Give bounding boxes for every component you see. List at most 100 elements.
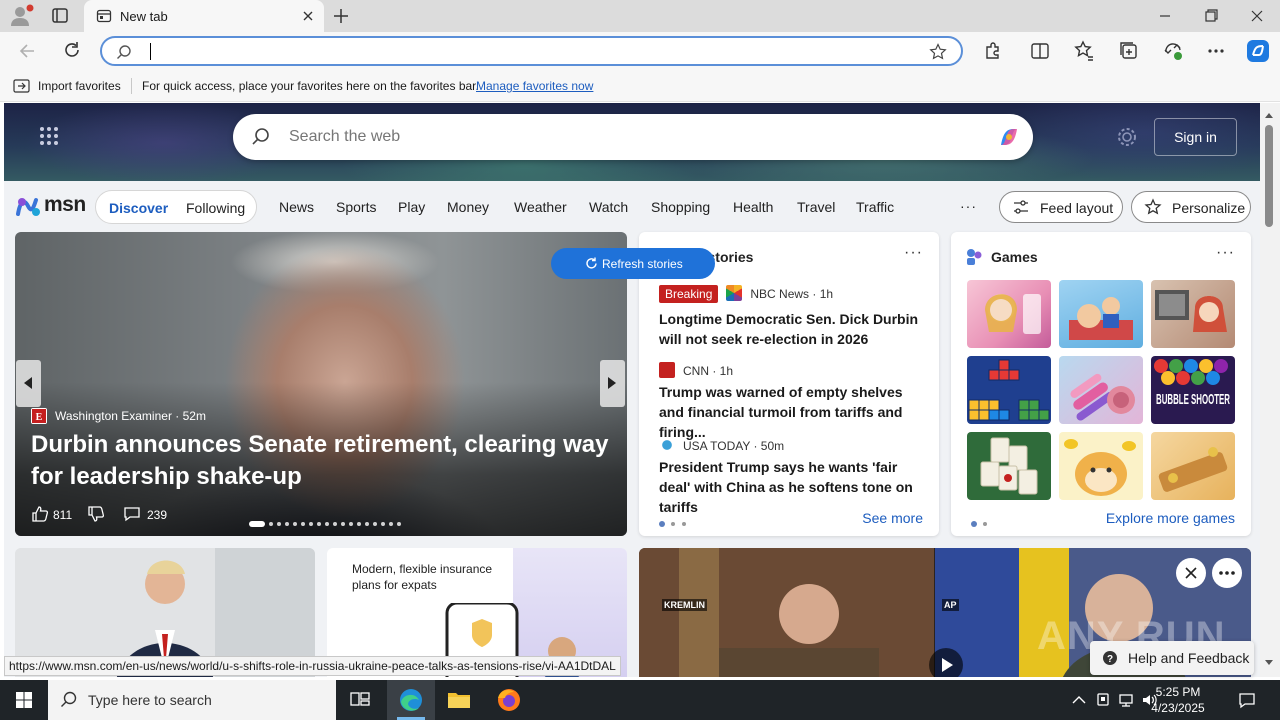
nav-play[interactable]: Play — [398, 199, 425, 215]
scroll-down-icon — [1265, 660, 1273, 665]
manage-favorites-link[interactable]: Manage favorites now — [476, 79, 593, 93]
like-count: 811 — [53, 508, 73, 522]
news-title[interactable]: Longtime Democratic Sen. Dick Durbin wil… — [659, 309, 925, 349]
extensions-icon[interactable] — [979, 38, 1005, 64]
edge-taskbar-icon[interactable] — [387, 680, 435, 720]
nav-sports[interactable]: Sports — [336, 199, 376, 215]
tray-overflow-icon[interactable] — [1070, 691, 1088, 709]
task-view-icon[interactable] — [336, 680, 384, 720]
carousel-indicator[interactable] — [249, 515, 409, 527]
game-tile[interactable] — [1151, 432, 1235, 500]
carousel-next-button[interactable] — [600, 360, 625, 407]
web-search-box[interactable]: Search the web — [233, 114, 1033, 160]
games-page-dots[interactable] — [971, 516, 1011, 527]
taskbar-search-box[interactable]: Type here to search — [48, 680, 336, 720]
nav-shopping[interactable]: Shopping — [651, 199, 710, 215]
windows-logo-icon — [16, 692, 32, 708]
play-icon[interactable] — [929, 648, 963, 677]
nav-health[interactable]: Health — [733, 199, 773, 215]
tab-actions-icon[interactable] — [48, 5, 72, 27]
game-tile[interactable] — [1151, 280, 1235, 348]
close-tab-icon[interactable] — [300, 8, 316, 24]
ad-text: Modern, flexible insurance plans for exp… — [352, 562, 493, 592]
settings-more-icon[interactable] — [1204, 38, 1230, 64]
nav-traffic[interactable]: Traffic — [856, 199, 894, 215]
restore-icon[interactable] — [1196, 4, 1226, 28]
copilot-icon[interactable] — [993, 121, 1025, 153]
import-favorites-icon[interactable] — [13, 78, 31, 94]
game-tile[interactable]: BUBBLE SHOOTER — [1151, 356, 1235, 424]
nav-news[interactable]: News — [279, 199, 314, 215]
carousel-prev-button[interactable] — [16, 360, 41, 407]
file-explorer-icon[interactable] — [435, 680, 483, 720]
nav-money[interactable]: Money — [447, 199, 489, 215]
address-bar[interactable] — [100, 36, 963, 66]
text-cursor — [150, 43, 151, 60]
search-icon — [60, 691, 78, 709]
close-video-icon[interactable] — [1176, 558, 1206, 588]
back-icon[interactable] — [15, 38, 41, 64]
refresh-stories-button[interactable]: Refresh stories — [551, 248, 715, 279]
see-more-link[interactable]: See more — [862, 510, 923, 526]
help-feedback-button[interactable]: ? Help and Feedback — [1090, 641, 1254, 675]
news-title[interactable]: Trump was warned of empty shelves and fi… — [659, 382, 925, 442]
split-screen-icon[interactable] — [1027, 38, 1053, 64]
page-dots[interactable] — [659, 516, 699, 527]
games-more-button[interactable]: ··· — [1216, 244, 1235, 262]
gear-icon[interactable] — [1116, 126, 1138, 148]
game-tile[interactable] — [1059, 356, 1143, 424]
browser-essentials-icon[interactable] — [1160, 38, 1186, 64]
story-source-label: Washington Examiner · 52m — [55, 409, 206, 423]
refresh-icon[interactable] — [59, 38, 85, 64]
tab-following[interactable]: Following — [186, 200, 245, 216]
msn-nav-row: msn Discover Following News Sports Play … — [4, 181, 1260, 231]
game-tile[interactable] — [1059, 280, 1143, 348]
collections-icon[interactable] — [1116, 38, 1142, 64]
game-tile[interactable] — [967, 280, 1051, 348]
start-button[interactable] — [0, 680, 48, 720]
main-story-card[interactable]: E Washington Examiner · 52m Durbin annou… — [15, 232, 627, 536]
nav-weather[interactable]: Weather — [514, 199, 567, 215]
apps-grid-icon[interactable] — [38, 125, 60, 147]
explore-more-games-link[interactable]: Explore more games — [1106, 510, 1235, 526]
taskbar-search-placeholder: Type here to search — [88, 692, 212, 708]
new-tab-icon[interactable] — [330, 5, 352, 27]
clock-time: 5:25 PM — [1155, 685, 1201, 699]
nav-more-button[interactable]: ··· — [960, 198, 977, 214]
system-clock[interactable]: 5:25 PM 4/23/2025 — [1138, 684, 1218, 716]
tab-new-tab[interactable]: New tab — [84, 0, 324, 32]
notifications-icon[interactable] — [1238, 691, 1256, 709]
sign-in-button[interactable]: Sign in — [1154, 118, 1237, 156]
like-icon[interactable] — [31, 505, 49, 523]
nav-watch[interactable]: Watch — [589, 199, 628, 215]
game-tile[interactable] — [967, 356, 1051, 424]
top-stories-more-button[interactable]: ··· — [904, 244, 923, 262]
feed-layout-button[interactable]: Feed layout — [999, 191, 1123, 223]
firefox-icon[interactable] — [485, 680, 533, 720]
story-headline[interactable]: Durbin announces Senate retirement, clea… — [31, 429, 611, 493]
scrollbar-thumb[interactable] — [1265, 125, 1273, 227]
search-icon — [251, 127, 271, 147]
favorite-star-icon[interactable] — [929, 43, 947, 61]
minimize-icon[interactable] — [1150, 4, 1180, 28]
msn-logo[interactable]: msn — [16, 192, 86, 218]
game-tile[interactable] — [1059, 432, 1143, 500]
copilot-icon[interactable] — [1245, 38, 1271, 64]
game-tile[interactable] — [967, 432, 1051, 500]
favorites-icon[interactable] — [1071, 38, 1097, 64]
news-title[interactable]: President Trump says he wants 'fair deal… — [659, 457, 925, 517]
close-window-icon[interactable] — [1242, 4, 1272, 28]
dislike-icon[interactable] — [87, 505, 105, 523]
personalize-button[interactable]: Personalize — [1131, 191, 1251, 223]
nav-travel[interactable]: Travel — [797, 199, 835, 215]
news-source: CNN · 1h — [683, 364, 734, 378]
profile-icon[interactable] — [8, 4, 34, 28]
import-favorites-button[interactable]: Import favorites — [38, 79, 121, 93]
video-more-icon[interactable] — [1212, 558, 1242, 588]
comment-icon[interactable] — [123, 505, 141, 523]
tab-discover[interactable]: Discover — [109, 200, 168, 216]
news-meta: CNN · 1h — [659, 362, 733, 382]
network-icon[interactable] — [1117, 691, 1135, 709]
page-scrollbar[interactable] — [1260, 103, 1280, 677]
tray-device-icon[interactable] — [1094, 691, 1112, 709]
